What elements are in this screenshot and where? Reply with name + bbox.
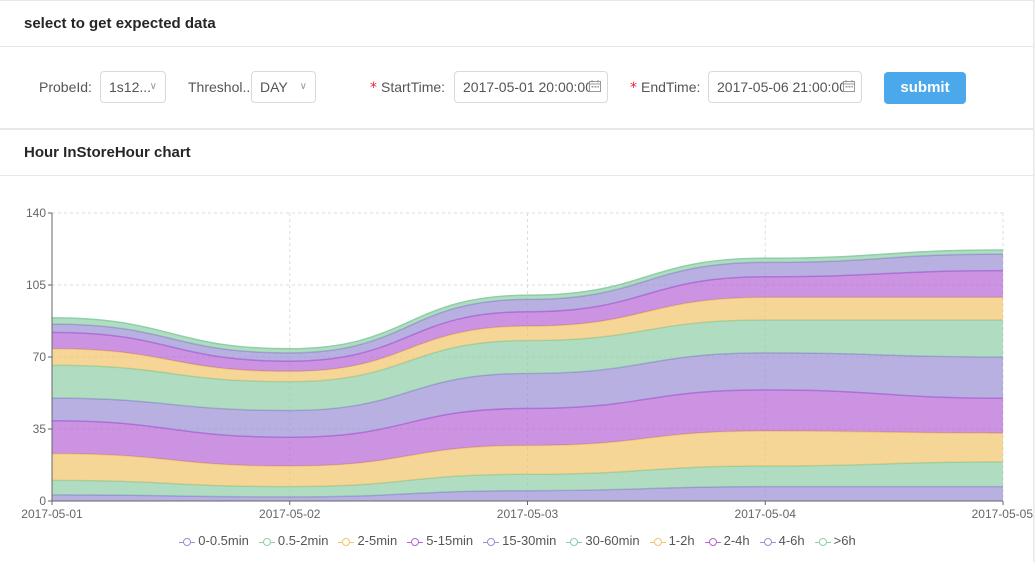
legend-label: 2-5min [357, 533, 398, 548]
y-tick-label: 140 [26, 206, 46, 220]
end-time-label: * EndTime: [630, 79, 701, 96]
legend-item[interactable]: 2-4h [704, 533, 750, 548]
submit-button[interactable]: submit [884, 72, 966, 104]
filter-card: select to get expected data ProbeId: 1s1… [0, 0, 1034, 129]
probe-select-value: 1s12... [109, 79, 152, 95]
legend-item[interactable]: 1-2h [649, 533, 695, 548]
probe-select[interactable]: 1s12... ∨ [100, 71, 166, 103]
legend-item[interactable]: 0.5-2min [258, 533, 329, 548]
stacked-area-chart: 0 35 70 105 140 2017-05-01 2017-05-02 2017-05-0… [21, 206, 1034, 521]
end-time-input[interactable]: 2017-05-06 21:00:00 [708, 71, 862, 103]
legend-item[interactable]: 30-60min [566, 533, 640, 548]
start-time-label: * StartTime: [370, 79, 446, 96]
legend-item[interactable]: 15-30min [483, 533, 556, 548]
legend-marker-icon [179, 537, 196, 546]
legend-label: 2-4h [723, 533, 750, 548]
legend-label: 4-6h [778, 533, 805, 548]
x-tick-label: 2017-05-01 [21, 507, 83, 521]
start-time-value: 2017-05-01 20:00:00 [463, 79, 593, 95]
x-tick-label: 2017-05-02 [259, 507, 321, 521]
chevron-down-icon: ∨ [299, 81, 307, 92]
legend-label: 5-15min [426, 533, 474, 548]
filter-card-title: select to get expected data [0, 1, 1033, 47]
chart-legend: 0-0.5min 0.5-2min 2-5min 5-15min 15-30min 30-… [0, 533, 1035, 548]
legend-marker-icon [704, 537, 721, 546]
x-tick-label: 2017-05-03 [497, 507, 559, 521]
legend-marker-icon [814, 537, 831, 546]
chart-card-title: Hour InStoreHour chart [0, 130, 1033, 176]
legend-label: 0.5-2min [277, 533, 329, 548]
legend-item[interactable]: 0-0.5min [179, 533, 249, 548]
threshold-select-value: DAY [260, 79, 288, 95]
probe-label: ProbeId: [39, 79, 92, 95]
legend-label: 30-60min [585, 533, 640, 548]
y-tick-label: 105 [26, 278, 46, 292]
y-tick-label: 70 [33, 350, 47, 364]
legend-marker-icon [258, 537, 275, 546]
x-tick-label: 2017-05-05 [972, 507, 1034, 521]
legend-label: 1-2h [668, 533, 695, 548]
chevron-down-icon: ∨ [149, 81, 157, 92]
legend-label: 15-30min [502, 533, 557, 548]
legend-label: 0-0.5min [198, 533, 249, 548]
y-tick-label: 0 [39, 494, 46, 508]
legend-item[interactable]: 4-6h [759, 533, 805, 548]
legend-marker-icon [759, 537, 776, 546]
end-time-value: 2017-05-06 21:00:00 [717, 79, 847, 95]
legend-marker-icon [566, 537, 583, 546]
legend-marker-icon [649, 537, 666, 546]
y-tick-label: 35 [33, 422, 47, 436]
legend-marker-icon [338, 537, 355, 546]
legend-label: >6h [833, 533, 856, 548]
legend-item[interactable]: 5-15min [407, 533, 473, 548]
legend-marker-icon [483, 537, 500, 546]
calendar-icon [843, 80, 855, 92]
chart-card: Hour InStoreHour chart 0 35 70 105 140 2017-0… [0, 129, 1034, 562]
legend-item[interactable]: 2-5min [338, 533, 397, 548]
legend-marker-icon [407, 537, 424, 546]
calendar-icon [589, 80, 601, 92]
threshold-select[interactable]: DAY ∨ [251, 71, 316, 103]
threshold-label: Threshol... [188, 79, 251, 95]
filter-form: ProbeId: 1s12... ∨ Threshol... DAY ∨ * St… [0, 71, 1033, 103]
x-tick-label: 2017-05-04 [735, 507, 797, 521]
start-time-input[interactable]: 2017-05-01 20:00:00 [454, 71, 608, 103]
legend-item[interactable]: >6h [814, 533, 856, 548]
